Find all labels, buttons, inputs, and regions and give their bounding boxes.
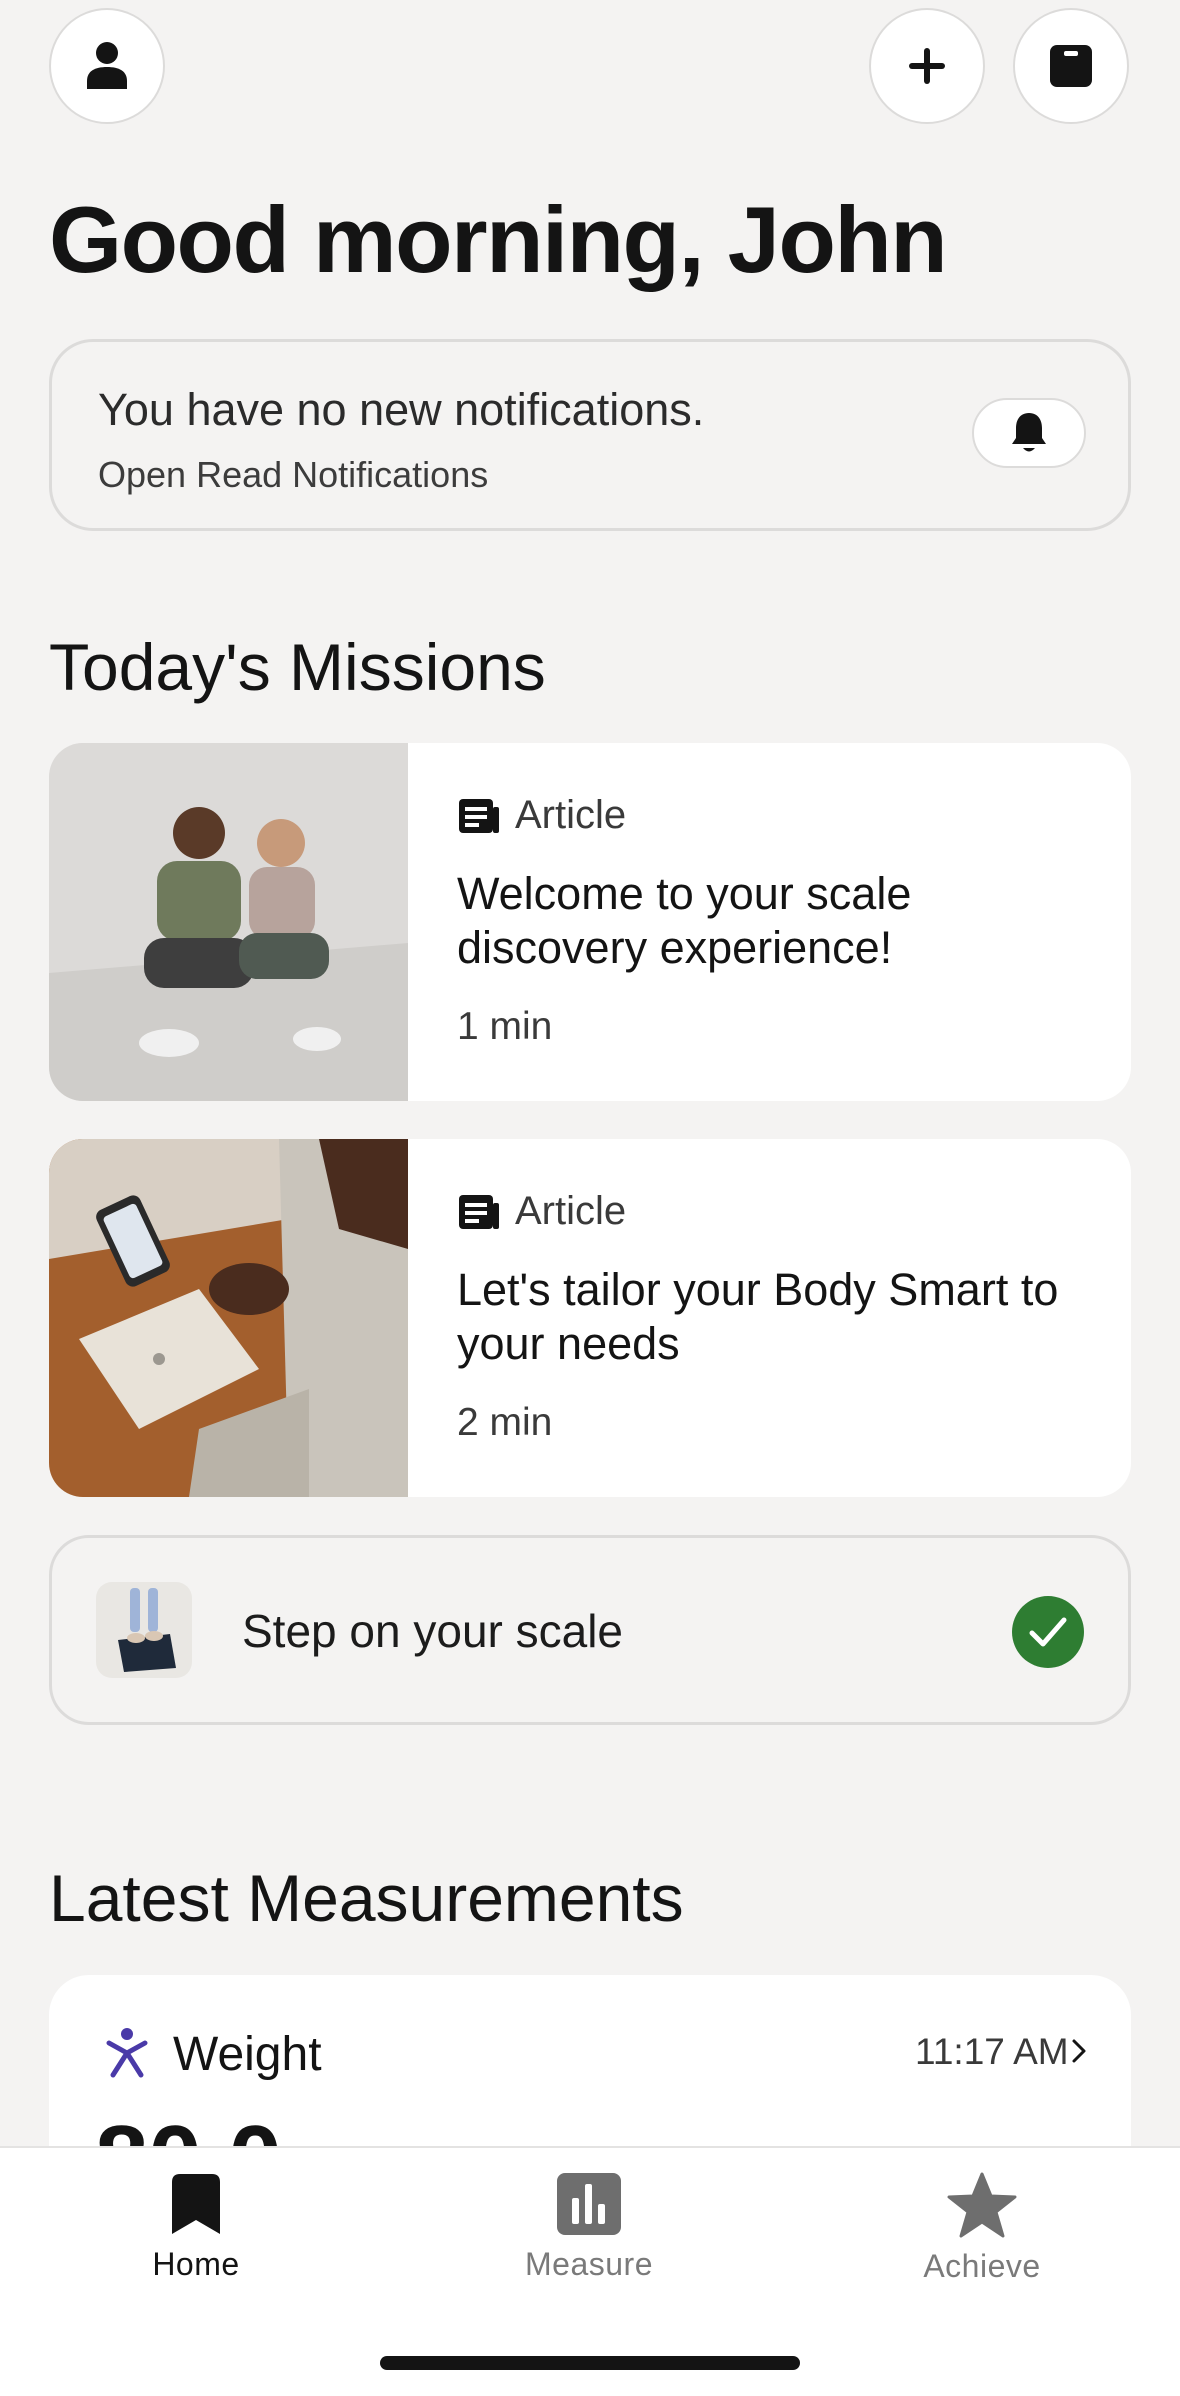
completed-status bbox=[1012, 1596, 1084, 1668]
scale-thumbnail bbox=[96, 1582, 192, 1678]
mission-card[interactable]: Article Let's tailor your Body Smart to … bbox=[49, 1139, 1131, 1497]
mission-type-label: Article bbox=[515, 1189, 627, 1233]
measurements-section-title: Latest Measurements bbox=[49, 1861, 684, 1935]
notifications-title: You have no new notifications. bbox=[98, 384, 705, 435]
bar-chart-icon bbox=[557, 2173, 621, 2235]
greeting-title: Good morning, John bbox=[49, 187, 948, 292]
mission-card[interactable]: Article Welcome to your scale discovery … bbox=[49, 743, 1131, 1101]
checkmark-icon bbox=[1029, 1617, 1067, 1647]
open-read-notifications-link[interactable]: Open Read Notifications bbox=[98, 454, 488, 496]
mission-type: Article bbox=[457, 1189, 626, 1234]
bell-icon bbox=[1012, 413, 1046, 452]
mission-title: Let's tailor your Body Smart to your nee… bbox=[457, 1264, 1059, 1369]
tab-achieve[interactable]: Achieve bbox=[862, 2172, 1102, 2302]
step-on-scale-task[interactable]: Step on your scale bbox=[49, 1535, 1131, 1725]
mission-duration: 1 min bbox=[457, 1005, 553, 1048]
body-figure-icon bbox=[106, 2028, 148, 2078]
missions-section-title: Today's Missions bbox=[49, 630, 546, 704]
measurement-time: 11:17 AM bbox=[915, 2031, 1069, 2072]
home-icon bbox=[172, 2174, 220, 2234]
plus-icon bbox=[909, 48, 945, 84]
device-button[interactable] bbox=[1013, 8, 1129, 124]
mission-title: Welcome to your scale discovery experien… bbox=[457, 868, 912, 973]
tab-home[interactable]: Home bbox=[76, 2172, 316, 2302]
article-icon bbox=[459, 798, 499, 833]
mission-type-label: Article bbox=[515, 793, 627, 837]
mission-image-couple bbox=[49, 743, 408, 1101]
tab-label: Achieve bbox=[923, 2248, 1041, 2284]
add-button[interactable] bbox=[869, 8, 985, 124]
scale-device-icon bbox=[1050, 45, 1092, 87]
notifications-card[interactable]: You have no new notifications. Open Read… bbox=[49, 339, 1131, 531]
star-icon bbox=[947, 2172, 1017, 2238]
mission-image-scale-phone bbox=[49, 1139, 408, 1497]
task-label: Step on your scale bbox=[242, 1605, 624, 1657]
profile-button[interactable] bbox=[49, 8, 165, 124]
chevron-right-icon bbox=[1072, 2039, 1086, 2063]
mission-type: Article bbox=[457, 793, 626, 838]
notifications-button[interactable] bbox=[972, 398, 1086, 468]
person-icon bbox=[87, 42, 127, 89]
tab-label: Home bbox=[152, 2246, 240, 2282]
article-icon bbox=[459, 1194, 499, 1229]
tab-measure[interactable]: Measure bbox=[469, 2172, 709, 2302]
measurement-label: Weight bbox=[173, 2028, 322, 2081]
home-indicator bbox=[380, 2356, 800, 2370]
tab-label: Measure bbox=[525, 2246, 653, 2282]
mission-duration: 2 min bbox=[457, 1401, 553, 1444]
